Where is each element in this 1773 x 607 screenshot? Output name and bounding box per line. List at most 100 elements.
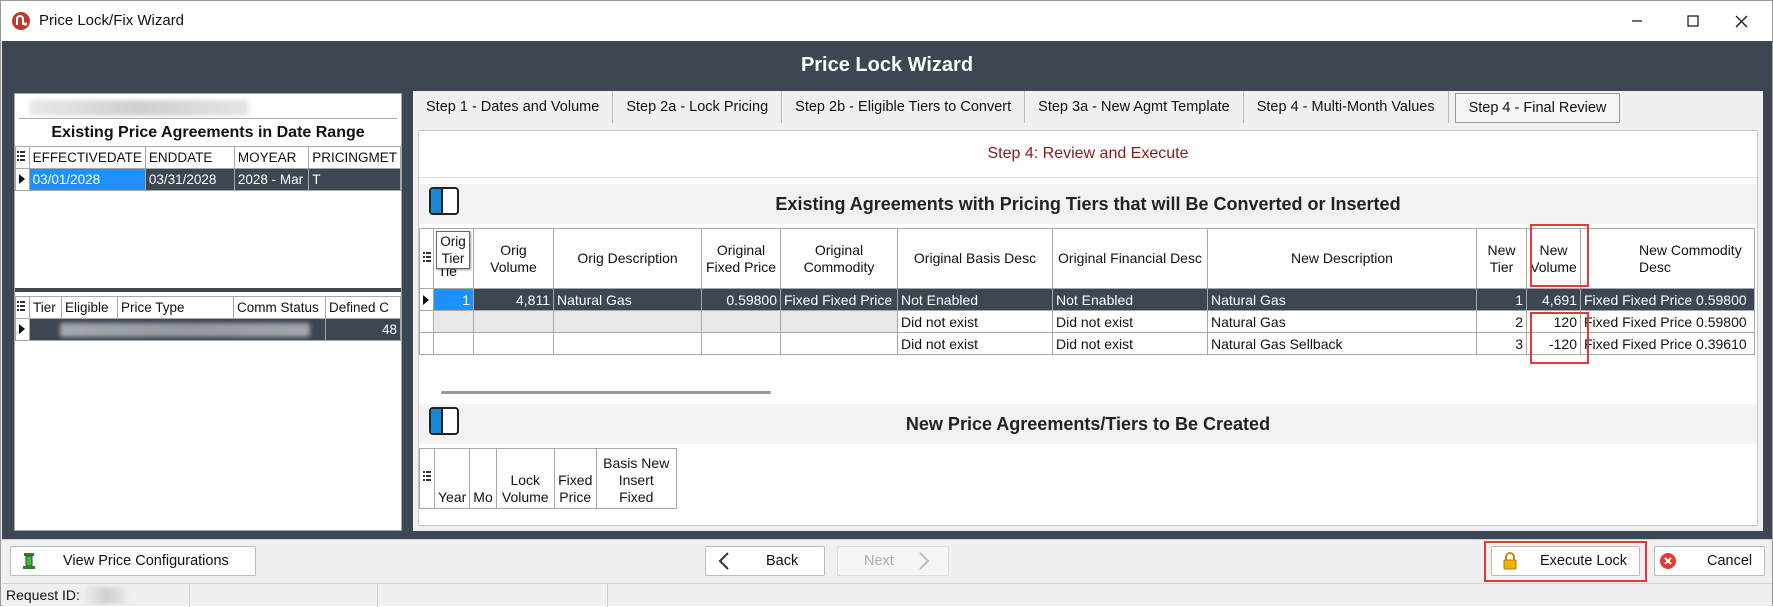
cell-moyear[interactable]: 2028 - Mar — [233, 168, 310, 191]
execute-lock-button[interactable]: Execute Lock — [1491, 546, 1640, 576]
pane-splitter[interactable] — [406, 93, 413, 531]
back-button[interactable]: Back — [705, 546, 825, 576]
col-orig-description[interactable]: Orig Description — [553, 228, 702, 289]
cell-new-description[interactable]: Natural Gas Sellback — [1207, 332, 1477, 355]
row-indicator — [419, 332, 434, 355]
col-lock-volume[interactable]: Lock Volume — [495, 448, 555, 509]
col-tier[interactable]: Tier — [29, 296, 62, 319]
agreement-row[interactable]: 03/01/2028 03/31/2028 2028 - Mar T — [15, 168, 401, 191]
step-tabs: Step 1 - Dates and Volume Step 2a - Lock… — [413, 91, 1621, 125]
col-orig-tier[interactable]: Tie Orig Tier — [433, 228, 474, 289]
col-orig-volume[interactable]: Orig Volume — [473, 228, 554, 289]
col-new-commodity-desc[interactable]: New Commodity Desc — [1580, 228, 1755, 289]
minimize-button[interactable] — [1609, 1, 1665, 41]
cell-orig-volume[interactable] — [473, 332, 554, 355]
column-chooser-icon[interactable] — [419, 228, 434, 289]
cell-new-description[interactable]: Natural Gas — [1207, 310, 1477, 333]
cell-pricingmet[interactable]: T — [308, 168, 401, 191]
back-label: Back — [766, 553, 799, 569]
col-original-fixed-price[interactable]: Original Fixed Price — [701, 228, 781, 289]
tier-row[interactable]: 48 — [15, 318, 401, 341]
cell-orig-tier[interactable] — [433, 332, 474, 355]
cell-original-financial-desc[interactable]: Not Enabled — [1052, 288, 1208, 311]
horizontal-scrollbar[interactable] — [441, 391, 771, 394]
cell-original-financial-desc[interactable]: Did not exist — [1052, 310, 1208, 333]
cell-new-tier[interactable]: 3 — [1476, 332, 1527, 355]
redacted-name — [29, 100, 249, 116]
close-icon — [1735, 15, 1747, 27]
column-chooser-icon[interactable] — [15, 296, 30, 319]
redacted-tier-cells[interactable] — [29, 318, 326, 341]
wizard-header: Price Lock Wizard — [2, 41, 1772, 89]
cell-new-commodity-desc[interactable]: Fixed Fixed Price 0.59800 — [1580, 288, 1755, 311]
cell-orig-tier[interactable]: 1 — [433, 288, 474, 311]
cell-orig-tier[interactable] — [433, 310, 474, 333]
cell-new-volume[interactable]: 4,691 — [1526, 288, 1581, 311]
col-fixed-price[interactable]: Fixed Price — [553, 448, 597, 509]
cell-enddate[interactable]: 03/31/2028 — [144, 168, 235, 191]
cancel-button[interactable]: Cancel — [1654, 546, 1765, 576]
col-eligible[interactable]: Eligible — [61, 296, 118, 319]
redacted-text — [60, 323, 310, 337]
cell-original-basis-desc[interactable]: Did not exist — [897, 310, 1053, 333]
col-pricingmet[interactable]: PRICINGMET — [308, 146, 401, 169]
tab-step3a-new-agmt-template[interactable]: Step 3a - New Agmt Template — [1025, 91, 1244, 123]
tab-step2b-eligible-tiers[interactable]: Step 2b - Eligible Tiers to Convert — [782, 91, 1026, 123]
col-moyear[interactable]: MOYEAR — [233, 146, 310, 169]
left-pane: Existing Price Agreements in Date Range … — [14, 93, 402, 531]
col-defined[interactable]: Defined C — [325, 296, 401, 319]
col-mo[interactable]: Mo — [469, 448, 497, 509]
tab-step4-multi-month[interactable]: Step 4 - Multi-Month Values — [1244, 91, 1449, 123]
col-basis-new-insert-fixed[interactable]: Basis New Insert Fixed — [595, 448, 677, 509]
tab-step2a-lock-pricing[interactable]: Step 2a - Lock Pricing — [613, 91, 783, 123]
view-price-configurations-button[interactable]: View Price Configurations — [10, 546, 256, 576]
cell-orig-description[interactable] — [553, 332, 702, 355]
panel-toggle-icon[interactable] — [429, 187, 459, 215]
cell-orig-description[interactable]: Natural Gas — [553, 288, 702, 311]
cell-original-basis-desc[interactable]: Did not exist — [897, 332, 1053, 355]
col-year[interactable]: Year — [433, 448, 471, 509]
col-effectivedate[interactable]: EFFECTIVEDATE — [28, 146, 146, 169]
status-segment — [190, 584, 378, 607]
lock-icon — [1503, 552, 1517, 570]
tab-step1-dates-volume[interactable]: Step 1 - Dates and Volume — [413, 91, 614, 123]
next-button[interactable]: Next — [837, 546, 949, 576]
column-chooser-icon[interactable] — [15, 146, 30, 169]
tab-step4-final-review[interactable]: Step 4 - Final Review — [1454, 93, 1621, 123]
existing-section-title: Existing Agreements with Pricing Tiers t… — [775, 193, 1401, 214]
cell-effectivedate[interactable]: 03/01/2028 — [28, 168, 146, 191]
panel-toggle-icon[interactable] — [429, 407, 459, 435]
left-splitter[interactable] — [15, 288, 401, 292]
cell-original-basis-desc[interactable]: Not Enabled — [897, 288, 1053, 311]
cell-original-commodity[interactable]: Fixed Fixed Price — [780, 288, 898, 311]
cell-original-fixed-price[interactable]: 0.59800 — [701, 288, 781, 311]
cell-original-commodity[interactable] — [780, 332, 898, 355]
existing-row[interactable]: 1 4,811 Natural Gas 0.59800 Fixed Fixed … — [419, 288, 1755, 311]
col-price-type[interactable]: Price Type — [117, 296, 234, 319]
col-enddate[interactable]: ENDDATE — [144, 146, 235, 169]
maximize-icon — [1687, 15, 1699, 27]
column-chooser-icon[interactable] — [419, 448, 435, 509]
col-original-basis-desc[interactable]: Original Basis Desc — [897, 228, 1053, 289]
cell-orig-volume[interactable]: 4,811 — [473, 288, 554, 311]
agreements-header-row: EFFECTIVEDATE ENDDATE MOYEAR PRICINGMET — [15, 146, 401, 169]
cell-new-commodity-desc[interactable]: Fixed Fixed Price 0.59800 — [1580, 310, 1755, 333]
cell-new-tier[interactable]: 1 — [1476, 288, 1527, 311]
cell-orig-description[interactable] — [553, 310, 702, 333]
cell-original-commodity[interactable] — [780, 310, 898, 333]
col-original-financial-desc[interactable]: Original Financial Desc — [1052, 228, 1208, 289]
cell-new-tier[interactable]: 2 — [1476, 310, 1527, 333]
col-comm-status[interactable]: Comm Status — [233, 296, 326, 319]
col-original-commodity[interactable]: Original Commodity — [780, 228, 898, 289]
row-indicator — [15, 168, 30, 191]
cell-orig-volume[interactable] — [473, 310, 554, 333]
cell-new-description[interactable]: Natural Gas — [1207, 288, 1477, 311]
cell-new-commodity-desc[interactable]: Fixed Fixed Price 0.39610 — [1580, 332, 1755, 355]
cell-original-fixed-price[interactable] — [701, 310, 781, 333]
col-new-description[interactable]: New Description — [1207, 228, 1477, 289]
cell-defined[interactable]: 48 — [325, 318, 401, 341]
close-button[interactable] — [1713, 1, 1769, 41]
cell-original-financial-desc[interactable]: Did not exist — [1052, 332, 1208, 355]
col-new-tier[interactable]: New Tier — [1476, 228, 1527, 289]
cell-original-fixed-price[interactable] — [701, 332, 781, 355]
